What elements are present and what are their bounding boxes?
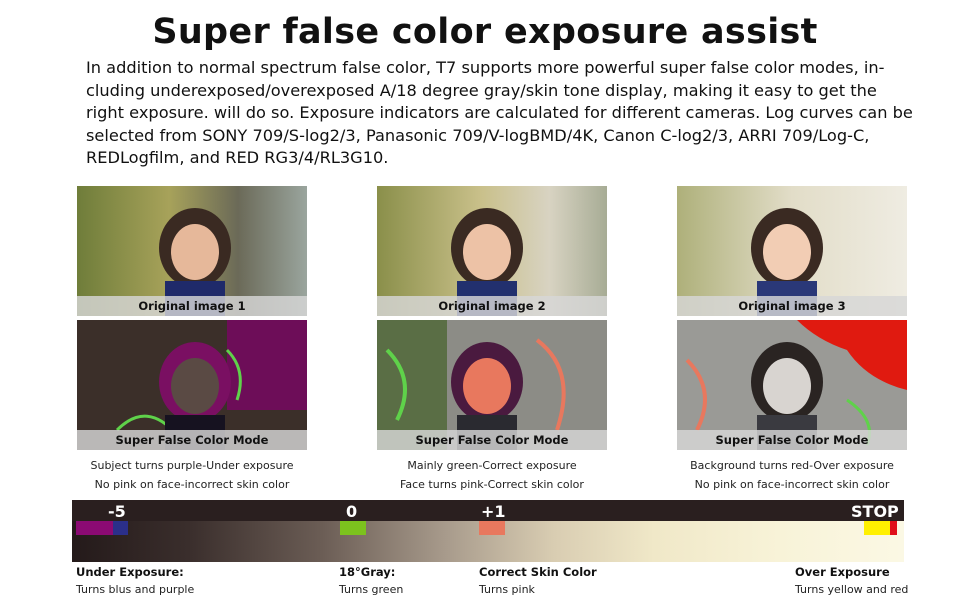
swatch-skin-pink: [479, 521, 505, 535]
description-line: cluding underexposed/overexposed A/18 de…: [86, 80, 877, 100]
example-note: Mainly green-Correct exposure Face turns…: [377, 456, 607, 494]
scale-label-minus5: -5: [108, 502, 126, 521]
description-line: In addition to normal spectrum false col…: [86, 58, 885, 77]
original-image-2: Original image 2: [377, 186, 607, 316]
false-color-image-2: Super False Color Mode: [377, 320, 607, 450]
original-image-3: Original image 3: [677, 186, 907, 316]
description: In addition to normal spectrum false col…: [86, 57, 916, 170]
example-note: Subject turns purple-Under exposure No p…: [77, 456, 307, 494]
note-line: Subject turns purple-Under exposure: [90, 459, 294, 472]
note-line: Face turns pink-Correct skin color: [400, 478, 584, 491]
example-column-2: Original image 2 Super False Color Mode …: [377, 186, 607, 494]
legend-heading-gray: 18°Gray:: [339, 565, 396, 579]
page-title: Super false color exposure assist: [152, 12, 818, 52]
legend-sub-gray: Turns green: [339, 583, 404, 596]
image-caption: Super False Color Mode: [77, 430, 307, 450]
legend-heading-over: Over Exposure: [795, 565, 890, 579]
description-line: REDLogfilm, and RED RG3/4/RL3G10.: [86, 148, 389, 168]
scale-label-stop: STOP: [851, 502, 899, 521]
swatch-under-purple: [76, 521, 113, 535]
swatch-gray-green: [340, 521, 366, 535]
description-line: selected from SONY 709/S-log2/3, Panason…: [86, 125, 870, 145]
image-caption: Original image 3: [677, 296, 907, 316]
note-line: Background turns red-Over exposure: [690, 459, 894, 472]
note-line: No pink on face-incorrect skin color: [94, 478, 290, 491]
swatch-over-red: [890, 521, 897, 535]
image-caption: Original image 2: [377, 296, 607, 316]
image-caption: Super False Color Mode: [377, 430, 607, 450]
scale-label-zero: 0: [346, 502, 358, 521]
image-caption: Super False Color Mode: [677, 430, 907, 450]
note-line: Mainly green-Correct exposure: [407, 459, 577, 472]
scale-label-plus1: +1: [481, 502, 506, 521]
original-image-1: Original image 1: [77, 186, 307, 316]
note-line: No pink on face-incorrect skin color: [694, 478, 890, 491]
legend-sub-skin: Turns pink: [479, 583, 535, 596]
example-column-3: Original image 3 Super False Color Mode …: [677, 186, 907, 494]
example-column-1: Original image 1 Super False Color Mode …: [77, 186, 307, 494]
false-color-image-3: Super False Color Mode: [677, 320, 907, 450]
swatch-under-blue: [113, 521, 128, 535]
false-color-image-1: Super False Color Mode: [77, 320, 307, 450]
legend-heading-skin: Correct Skin Color: [479, 565, 597, 579]
legend-sub-under: Turns blus and purple: [76, 583, 195, 596]
example-note: Background turns red-Over exposure No pi…: [677, 456, 907, 494]
legend-sub-over: Turns yellow and red: [795, 583, 909, 596]
swatch-over-yellow: [864, 521, 890, 535]
image-caption: Original image 1: [77, 296, 307, 316]
description-line: right exposure. will do so. Exposure ind…: [86, 103, 913, 123]
legend-heading-under: Under Exposure:: [76, 565, 184, 579]
